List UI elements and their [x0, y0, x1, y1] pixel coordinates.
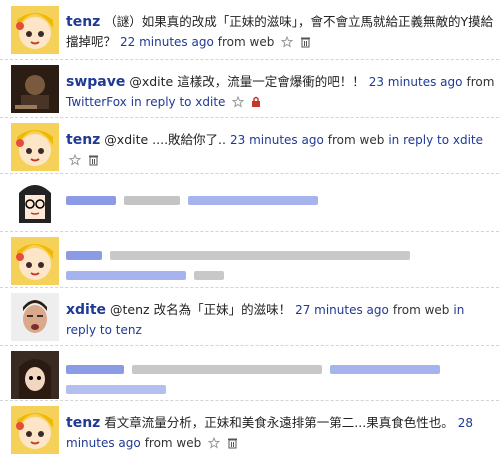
timestamp-link[interactable]: 23 minutes ago [369, 75, 463, 89]
username-link[interactable]: tenz [66, 14, 100, 30]
man-photo-avatar-icon [11, 293, 59, 341]
star-icon[interactable] [68, 152, 82, 172]
tweet-source: from web [327, 133, 385, 147]
redacted-content [66, 245, 495, 285]
avatar[interactable] [11, 123, 59, 171]
in-reply-to-link[interactable]: in reply to xdite [388, 133, 483, 147]
avatar[interactable] [11, 237, 59, 285]
chibi-girl-avatar-icon [11, 237, 59, 285]
star-icon[interactable] [232, 94, 245, 114]
in-reply-to-link[interactable]: in reply to xdite [131, 95, 226, 109]
chibi-girl-avatar-icon [11, 406, 59, 454]
anime-girl-avatar-icon [11, 351, 59, 399]
source-app-link[interactable]: TwitterFox [66, 95, 127, 109]
tweet-text: 看文章流量分析，正妹和美食永遠排第一第二...果真食色性也。 [104, 415, 454, 430]
tweet-source: from [466, 75, 495, 89]
timestamp-link[interactable]: 23 minutes ago [230, 133, 324, 147]
tweet: xdite @tenz 改名為「正妹」的滋味！ 27 minutes ago f… [0, 288, 499, 346]
tweet-text: @xdite ....敗給你了.. [104, 132, 227, 147]
cartoon-glasses-avatar-icon [11, 179, 59, 227]
redacted-content [66, 190, 495, 210]
avatar[interactable] [11, 6, 59, 54]
timestamp-link[interactable]: 27 minutes ago [295, 303, 389, 317]
avatar[interactable] [11, 65, 59, 113]
timeline: tenz （謎）如果真的改成「正妹的滋味」，會不會立馬就給正義無敵的Y摸給擋掉呢… [0, 0, 499, 461]
username-link[interactable]: swpave [66, 74, 125, 90]
tweet: swpave @xdite 這樣改，流量一定會爆衝的吧！！ 23 minutes… [0, 60, 499, 118]
dark-photo-avatar-icon [11, 65, 59, 113]
trash-icon[interactable] [300, 34, 311, 54]
lock-icon [251, 94, 261, 114]
tweet-source: from web [217, 35, 275, 49]
tweet-redacted [0, 232, 499, 288]
tweet: tenz 看文章流量分析，正妹和美食永遠排第一第二...果真食色性也。 28 m… [0, 401, 499, 461]
trash-icon[interactable] [227, 435, 238, 455]
tweet-source: from web [144, 436, 202, 450]
star-icon[interactable] [207, 435, 221, 455]
timestamp-link[interactable]: 22 minutes ago [120, 35, 214, 49]
tweet: tenz （謎）如果真的改成「正妹的滋味」，會不會立馬就給正義無敵的Y摸給擋掉呢… [0, 0, 499, 60]
tweet-source: from web [392, 303, 450, 317]
avatar[interactable] [11, 406, 59, 454]
tweet-text: @xdite 這樣改，流量一定會爆衝的吧！！ [129, 74, 365, 89]
chibi-girl-avatar-icon [11, 123, 59, 171]
star-icon[interactable] [281, 34, 294, 54]
username-link[interactable]: tenz [66, 415, 100, 431]
redacted-content [66, 359, 495, 399]
username-link[interactable]: tenz [66, 132, 100, 148]
tweet: tenz @xdite ....敗給你了.. 23 minutes ago fr… [0, 118, 499, 174]
username-link[interactable]: xdite [66, 302, 106, 318]
avatar[interactable] [11, 351, 59, 399]
chibi-girl-avatar-icon [11, 6, 59, 54]
avatar[interactable] [11, 293, 59, 341]
tweet-text: @tenz 改名為「正妹」的滋味！ [110, 302, 292, 317]
tweet-redacted [0, 346, 499, 401]
tweet-redacted [0, 174, 499, 232]
avatar[interactable] [11, 179, 59, 227]
trash-icon[interactable] [88, 152, 99, 172]
